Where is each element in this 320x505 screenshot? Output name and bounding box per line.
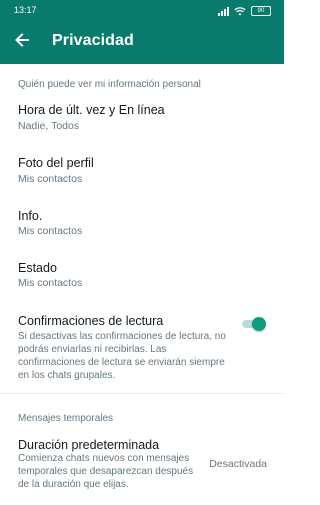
item-value: Mis contactos	[18, 277, 83, 289]
default-duration-setting[interactable]: Duración predeterminada Comienza chats n…	[0, 431, 284, 497]
page-title: Privacidad	[52, 32, 134, 49]
toggle-knob	[252, 317, 266, 331]
arrow-left-icon[interactable]	[12, 30, 32, 50]
item-title: Confirmaciones de lectura	[18, 314, 164, 328]
item-title: Foto del perfil	[18, 156, 94, 170]
about-setting[interactable]: Info. Mis contactos	[0, 201, 284, 245]
item-description: Si desactivas las confirmaciones de lect…	[18, 331, 226, 381]
item-title: Hora de últ. vez y En línea	[18, 103, 165, 117]
app-bar: 13:17 90 Privacidad	[0, 0, 284, 64]
section-divider	[0, 393, 284, 394]
item-value: Mis contactos	[18, 225, 83, 237]
item-value: Mis contactos	[18, 173, 83, 185]
item-title: Estado	[18, 261, 57, 275]
read-receipts-toggle[interactable]	[242, 317, 266, 331]
item-title: Info.	[18, 209, 43, 223]
profile-photo-setting[interactable]: Foto del perfil Mis contactos	[0, 148, 284, 192]
section-header-temporary-messages: Mensajes temporales	[18, 413, 114, 424]
signal-icon	[218, 6, 229, 16]
status-icons: 90	[218, 5, 271, 17]
item-value: Desactivada	[209, 458, 267, 470]
status-setting[interactable]: Estado Mis contactos	[0, 253, 284, 297]
status-bar: 13:17 90	[0, 0, 284, 22]
item-value: Nadie, Todos	[18, 120, 80, 132]
last-seen-setting[interactable]: Hora de últ. vez y En línea Nadie, Todos	[0, 96, 284, 140]
read-receipts-setting[interactable]: Confirmaciones de lectura Si desactivas …	[0, 307, 284, 383]
item-description: Comienza chats nuevos con mensajes tempo…	[18, 453, 194, 490]
battery-icon: 90	[251, 6, 271, 16]
wifi-icon	[234, 6, 246, 15]
status-time: 13:17	[14, 5, 37, 15]
section-header-personal-info: Quién puede ver mi información personal	[18, 79, 201, 90]
item-title: Duración predeterminada	[18, 438, 160, 452]
